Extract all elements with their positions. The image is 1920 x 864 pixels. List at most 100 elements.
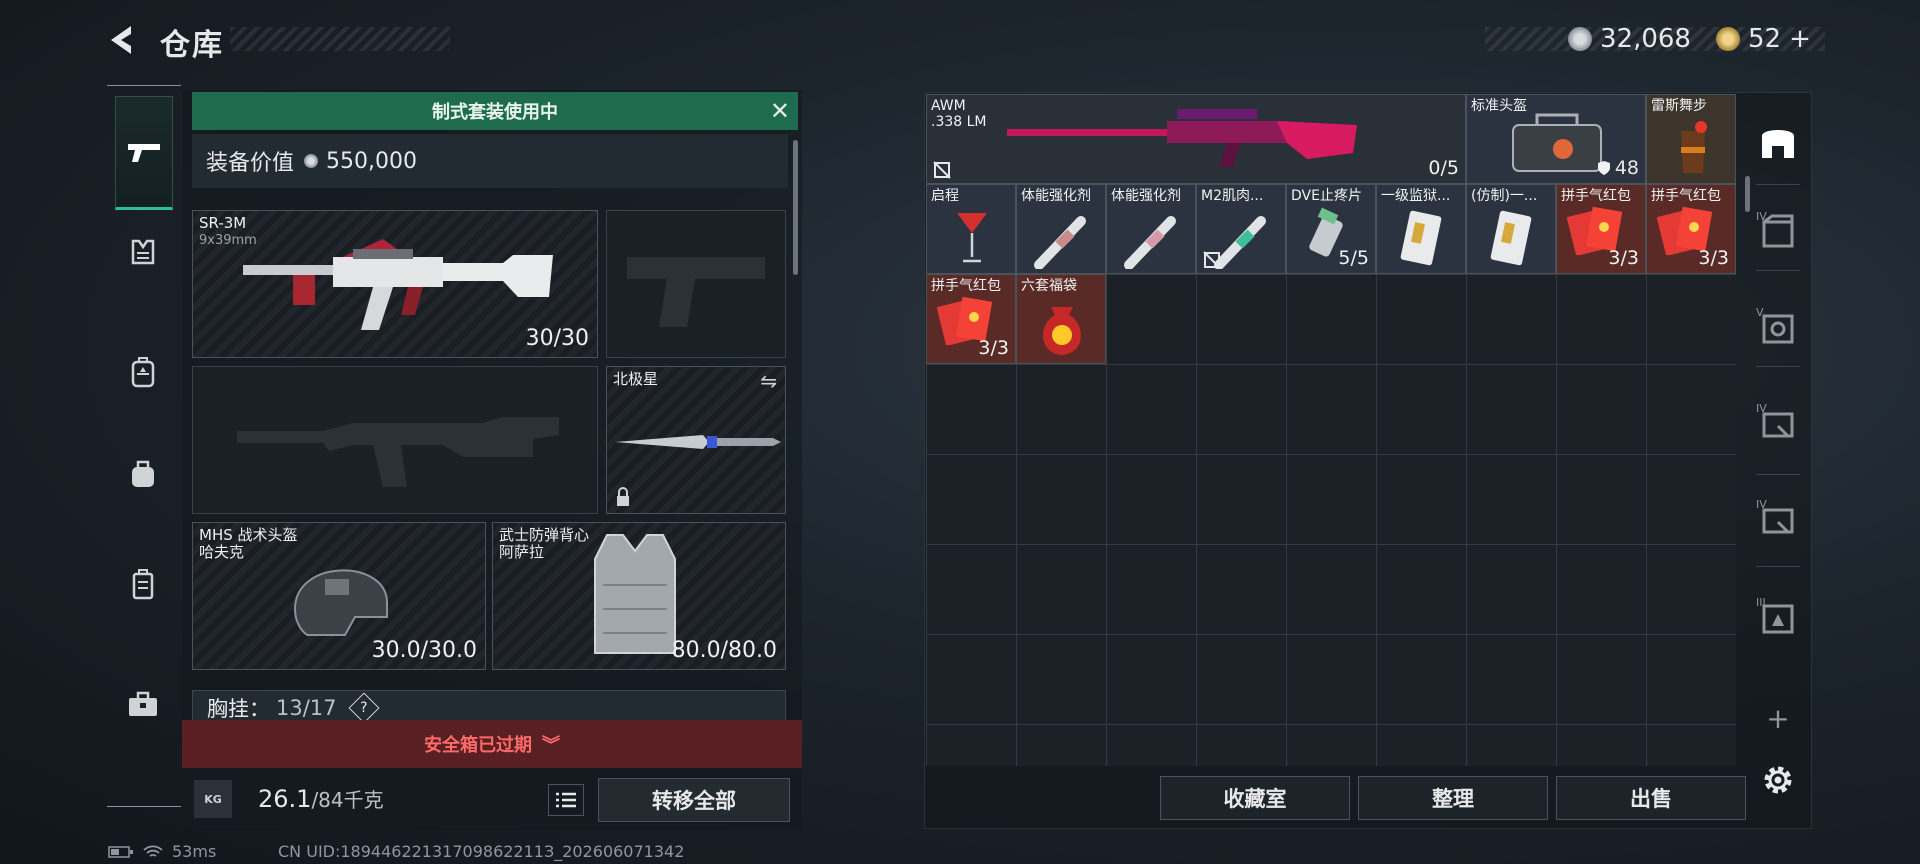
cocktail-icon	[1681, 121, 1707, 173]
item-awm[interactable]: AWM .338 LM 0/5	[926, 94, 1466, 184]
collection-room-button[interactable]: 收藏室	[1160, 776, 1350, 820]
armor-vest-icon	[594, 534, 676, 654]
list-view-button[interactable]	[548, 784, 584, 816]
nav-toolbox[interactable]	[115, 676, 171, 732]
item-red-envelope-2[interactable]: 拼手气红包 3/3	[1646, 184, 1736, 274]
storage-safe-icon	[1762, 314, 1794, 344]
equipment-value: 装备价值 550,000	[192, 134, 788, 188]
shield-icon	[1597, 161, 1610, 175]
knife-icon	[615, 435, 781, 449]
pistol-silhouette-icon	[627, 257, 765, 327]
item-qicheng[interactable]: 启程	[926, 184, 1016, 274]
storage-tab-4[interactable]: IV	[1756, 498, 1800, 542]
add-gold-icon[interactable]: +	[1789, 24, 1811, 54]
helmet-icon	[293, 569, 388, 636]
item-red-envelope-1[interactable]: 拼手气红包 3/3	[1556, 184, 1646, 274]
equipment-value-label: 装备价值	[206, 151, 295, 176]
add-storage-button[interactable]: +	[1756, 696, 1800, 740]
back-button[interactable]	[105, 22, 141, 58]
pistol-icon	[128, 144, 160, 162]
item-standard-helmet[interactable]: 标准头盔 48	[1466, 94, 1646, 184]
item-replica-key[interactable]: (仿制)一...	[1466, 184, 1556, 274]
syringe-icon	[1124, 216, 1176, 269]
suit-banner-text: 制式套装使用中	[432, 102, 558, 123]
silver-coin-icon	[304, 154, 319, 168]
chest-rig-value: 13/17	[276, 696, 337, 720]
loadout-scrollbar[interactable]	[793, 140, 798, 275]
melee-slot[interactable]: 北极星 ⇋	[606, 366, 786, 514]
armor-name: 武士防弹背心 阿萨拉	[499, 526, 590, 561]
item-drink[interactable]: 雷斯舞步	[1646, 94, 1736, 184]
rifle-silhouette-icon	[237, 417, 559, 487]
keycard-icon	[1490, 210, 1532, 266]
helmet-bag-icon	[1512, 113, 1602, 172]
gear-icon	[1764, 766, 1792, 794]
lock-icon	[617, 487, 629, 506]
swap-icon[interactable]: ⇋	[760, 369, 777, 393]
chest-rig-label: 胸挂：	[207, 697, 270, 721]
transfer-all-button[interactable]: 转移全部	[598, 778, 790, 822]
gold-currency[interactable]: 52 +	[1716, 24, 1811, 54]
gold-coin-icon	[1716, 27, 1740, 51]
keycard-icon	[1400, 210, 1442, 266]
suit-banner: 制式套装使用中 ✕	[192, 92, 798, 130]
weight-bar: KG 26.1/84千克 转移全部	[182, 770, 802, 828]
bag-icon	[132, 460, 154, 487]
silver-coin-icon	[1568, 27, 1592, 51]
inventory-grid[interactable]: AWM .338 LM 0/5 标准头盔 48 雷斯舞步 启程 体能强化剂 体能…	[926, 94, 1736, 766]
nav-bag[interactable]	[115, 446, 171, 502]
gold-amount: 52	[1748, 24, 1782, 54]
melee-name: 北极星	[613, 370, 659, 388]
chevron-down-icon: ︾	[542, 735, 560, 756]
storage-main-tab[interactable]	[1756, 120, 1800, 164]
silver-currency: 32,068	[1568, 24, 1691, 54]
battery-icon	[108, 845, 133, 858]
nav-backpack[interactable]	[115, 344, 171, 400]
no-insurance-icon	[933, 161, 951, 179]
storage-tab-5[interactable]: III	[1756, 596, 1800, 640]
storage-tab-2[interactable]: V	[1756, 306, 1800, 350]
armor-slot[interactable]: 武士防弹背心 阿萨拉 80.0/80.0	[492, 522, 786, 670]
helmet-durability: 30.0/30.0	[371, 638, 477, 663]
item-m2-muscle[interactable]: M2肌肉...	[1196, 184, 1286, 274]
list-icon	[556, 792, 576, 808]
organize-button[interactable]: 整理	[1358, 776, 1548, 820]
sniper-rifle-icon	[1007, 109, 1357, 167]
nav-case[interactable]	[115, 556, 171, 612]
secondary-weapon-slot[interactable]	[606, 210, 786, 358]
item-red-envelope-3[interactable]: 拼手气红包 3/3	[926, 274, 1016, 364]
secondary-primary-slot[interactable]	[192, 366, 598, 514]
left-nav	[107, 85, 181, 807]
settings-button[interactable]	[1756, 758, 1800, 802]
storage-tab-1[interactable]: IV	[1756, 210, 1800, 254]
rifle-icon	[243, 239, 553, 330]
item-dve-painkiller[interactable]: DVE止疼片 5/5	[1286, 184, 1376, 274]
close-icon[interactable]: ✕	[770, 97, 790, 125]
item-name: AWM .338 LM	[931, 98, 987, 130]
sell-button[interactable]: 出售	[1556, 776, 1746, 820]
weight-value: 26.1/84千克	[258, 785, 384, 813]
martini-glass-icon	[957, 213, 987, 263]
toolbox-icon	[129, 691, 157, 716]
primary-weapon-slot[interactable]: SR-3M 9x39mm 30/30	[192, 210, 598, 358]
back-arrow-icon	[111, 26, 131, 54]
uid-text: CN UID:18944622131709862211З_20260607134…	[278, 842, 685, 861]
nav-chest-rig[interactable]	[115, 224, 171, 280]
chest-rig-icon	[131, 239, 155, 265]
item-stim-2[interactable]: 体能强化剂	[1106, 184, 1196, 274]
item-lucky-bag[interactable]: 六套福袋	[1016, 274, 1106, 364]
item-durability: 48	[1597, 157, 1639, 179]
weight-icon: KG	[194, 780, 232, 818]
help-icon[interactable]: ?	[347, 692, 380, 724]
safe-box-expired[interactable]: 安全箱已过期 ︾	[182, 720, 802, 768]
page-title: 仓库	[160, 28, 224, 63]
item-stim-1[interactable]: 体能强化剂	[1016, 184, 1106, 274]
backpack-icon	[131, 357, 155, 388]
nav-weapons[interactable]	[115, 96, 173, 210]
helmet-slot[interactable]: MHS 战术头盔 哈夫克 30.0/30.0	[192, 522, 486, 670]
storage-tab-3[interactable]: IV	[1756, 402, 1800, 446]
armor-durability: 80.0/80.0	[671, 638, 777, 663]
weapon-ammo-count: 30/30	[525, 326, 589, 351]
safe-box-text: 安全箱已过期	[424, 735, 532, 756]
item-prison-key[interactable]: 一级监狱...	[1376, 184, 1466, 274]
